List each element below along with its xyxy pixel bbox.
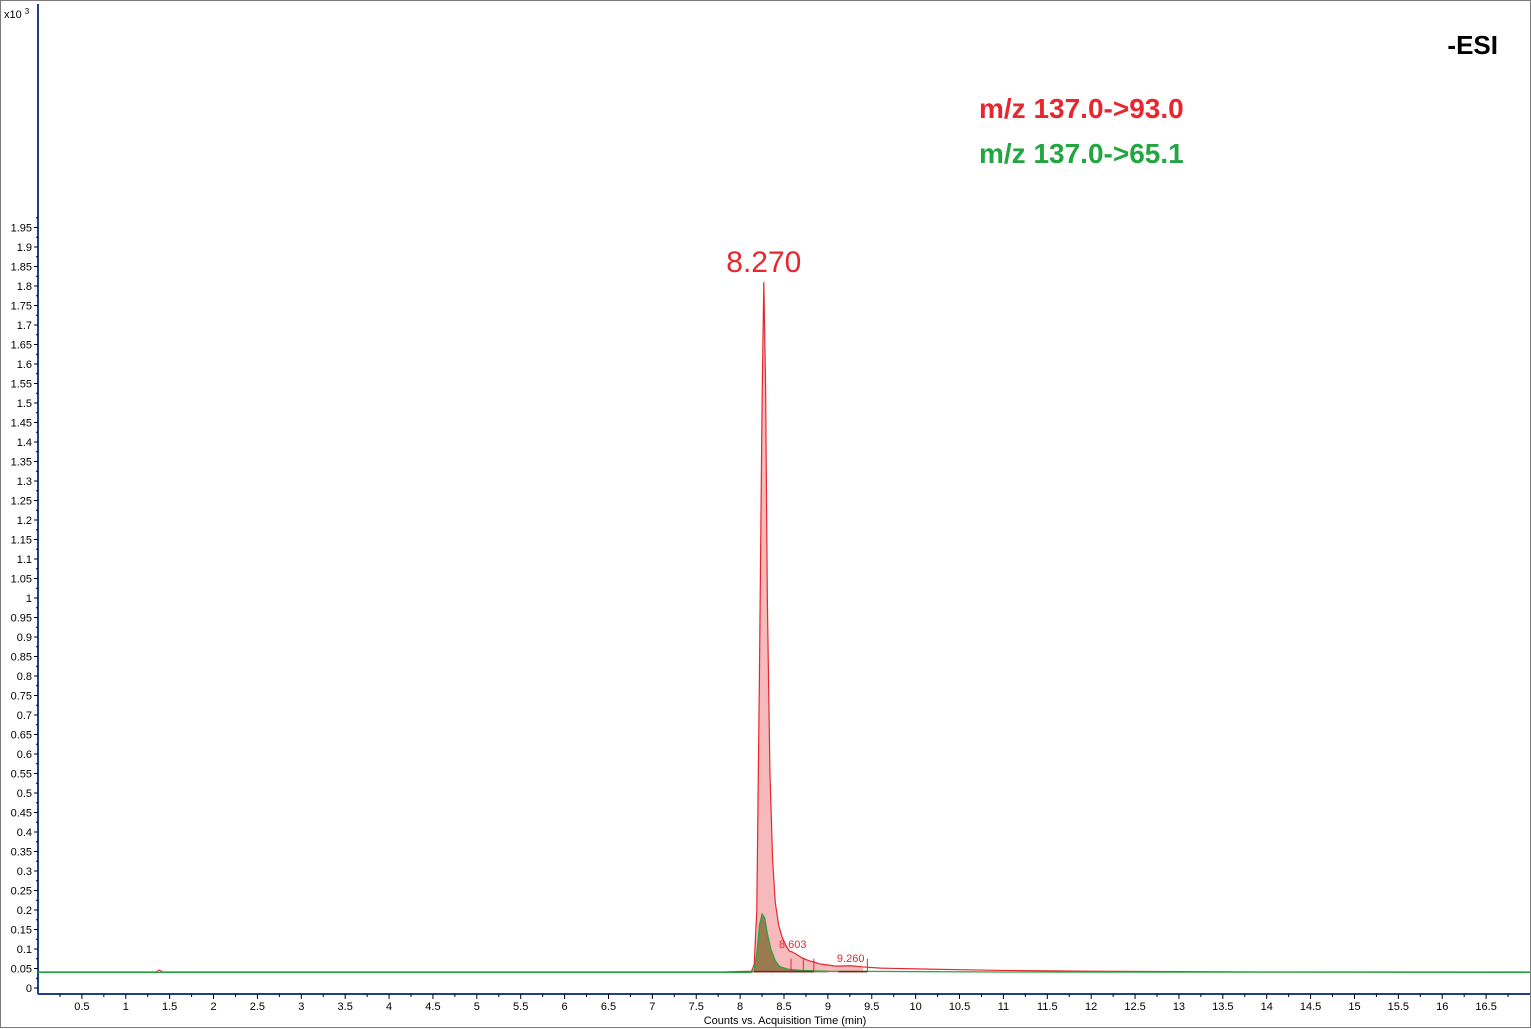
y-tick-label: 0.75 <box>11 691 32 703</box>
y-tick-label: 1.25 <box>11 496 32 508</box>
y-axis: 0 0.05 0.1 0.15 0.2 0.25 0.3 0.35 0.4 0.45 0.5 0.55… <box>11 217 38 995</box>
y-tick-label: 0.85 <box>11 652 32 664</box>
x-tick-label: 3 <box>298 1001 304 1013</box>
legend-entry-1: m/z 137.0->93.0 <box>979 93 1184 124</box>
y-tick-label: 1 <box>26 593 32 605</box>
y-tick-label: 0.8 <box>17 671 32 683</box>
y-tick-label: 0.1 <box>17 944 32 956</box>
y-tick-label: 1.5 <box>17 398 32 410</box>
x-tick-label: 13 <box>1173 1001 1185 1013</box>
x-tick-label: 10.5 <box>949 1001 970 1013</box>
y-tick-label: 1.8 <box>17 281 32 293</box>
x-tick-label: 2.5 <box>250 1001 265 1013</box>
y-multiplier-base: x10 <box>4 9 22 21</box>
y-tick-label: 1.2 <box>17 515 32 527</box>
x-tick-label: 5 <box>474 1001 480 1013</box>
y-tick-label: 0.6 <box>17 749 32 761</box>
y-tick-label: 0.25 <box>11 886 32 898</box>
x-tick-label: 11.5 <box>1037 1001 1058 1013</box>
y-tick-label: 1.85 <box>11 262 32 274</box>
x-tick-label: 1.5 <box>162 1001 177 1013</box>
y-tick-label: 0.5 <box>17 788 32 800</box>
x-tick-label: 1 <box>123 1001 129 1013</box>
legend-entry-2: m/z 137.0->65.1 <box>979 138 1184 169</box>
y-tick-label: 1.1 <box>17 554 32 566</box>
y-tick-label: 1.6 <box>17 359 32 371</box>
x-axis: 0.5 1 1.5 2 2.5 3 3.5 4 4.5 5 5.5 6 6.5 7 7.5 8 8.5 9 9.5 1… <box>59 994 1509 1013</box>
ionization-mode-label: -ESI <box>1447 30 1498 60</box>
x-tick-label: 3.5 <box>338 1001 353 1013</box>
y-tick-label: 0.35 <box>11 847 32 859</box>
x-tick-label: 7.5 <box>689 1001 704 1013</box>
y-tick-label: 1.65 <box>11 340 32 352</box>
x-tick-label: 9 <box>825 1001 831 1013</box>
y-tick-label: 1.15 <box>11 535 32 547</box>
x-tick-label: 0.5 <box>74 1001 89 1013</box>
series-layer <box>38 282 1531 973</box>
peak-label: 9.260 <box>837 953 865 965</box>
y-tick-label: 0.65 <box>11 730 32 742</box>
y-tick-label: 0.4 <box>17 827 32 839</box>
x-tick-label: 4.5 <box>425 1001 440 1013</box>
x-tick-label: 8 <box>737 1001 743 1013</box>
x-tick-label: 9.5 <box>864 1001 879 1013</box>
y-tick-label: 1.95 <box>11 223 32 235</box>
y-tick-label: 1.7 <box>17 320 32 332</box>
y-tick-label: 1.05 <box>11 574 32 586</box>
x-tick-label: 4 <box>386 1001 392 1013</box>
peak-label: 8.603 <box>779 939 807 951</box>
y-multiplier-label: x10 3 <box>4 7 30 21</box>
x-tick-label: 16 <box>1436 1001 1448 1013</box>
chart-frame: 0 0.05 0.1 0.15 0.2 0.25 0.3 0.35 0.4 0.45 0.5 0.55… <box>0 0 1531 1028</box>
x-axis-title: Counts vs. Acquisition Time (min) <box>704 1015 867 1027</box>
y-tick-label: 0.95 <box>11 613 32 625</box>
x-tick-label: 15 <box>1348 1001 1360 1013</box>
y-tick-label: 0.55 <box>11 769 32 781</box>
y-tick-label: 1.35 <box>11 457 32 469</box>
y-tick-label: 1.3 <box>17 476 32 488</box>
y-tick-label: 0.15 <box>11 925 32 937</box>
x-tick-label: 15.5 <box>1388 1001 1409 1013</box>
y-multiplier-exponent: 3 <box>25 7 30 16</box>
x-tick-label: 13.5 <box>1212 1001 1233 1013</box>
y-tick-label: 0.45 <box>11 808 32 820</box>
x-tick-label: 11 <box>998 1001 1009 1013</box>
x-tick-label: 7 <box>649 1001 655 1013</box>
y-tick-label: 0.3 <box>17 866 32 878</box>
x-tick-label: 5.5 <box>513 1001 528 1013</box>
y-tick-label: 1.4 <box>17 437 32 449</box>
y-tick-label: 1.75 <box>11 301 32 313</box>
chromatogram-chart: 00.050.10.150.20.250.30.350.40.450.50.55… <box>4 4 1531 1027</box>
x-tick-label: 12 <box>1085 1001 1097 1013</box>
annotation-layer: 8.270 8.603 9.260 <box>726 246 868 973</box>
plot-area <box>37 4 1530 995</box>
y-tick-label: 1.55 <box>11 379 32 391</box>
y-tick-label: 0.7 <box>17 710 32 722</box>
y-tick-label: 1.9 <box>17 242 32 254</box>
x-tick-label: 2 <box>210 1001 216 1013</box>
y-tick-label: 1.45 <box>11 418 32 430</box>
series-line-1 <box>38 282 1530 973</box>
y-tick-label: 0.9 <box>17 632 32 644</box>
x-tick-label: 16.5 <box>1475 1001 1496 1013</box>
y-tick-label: 0.05 <box>11 964 32 976</box>
x-tick-label: 10 <box>910 1001 922 1013</box>
x-tick-label: 14 <box>1261 1001 1273 1013</box>
peak-label: 8.270 <box>726 246 801 279</box>
x-tick-label: 6 <box>562 1001 568 1013</box>
x-tick-label: 6.5 <box>601 1001 616 1013</box>
x-tick-label: 8.5 <box>776 1001 791 1013</box>
y-tick-label: 0.2 <box>17 905 32 917</box>
x-tick-label: 14.5 <box>1300 1001 1321 1013</box>
x-tick-label: 12.5 <box>1124 1001 1145 1013</box>
y-tick-label: 0 <box>26 983 32 995</box>
